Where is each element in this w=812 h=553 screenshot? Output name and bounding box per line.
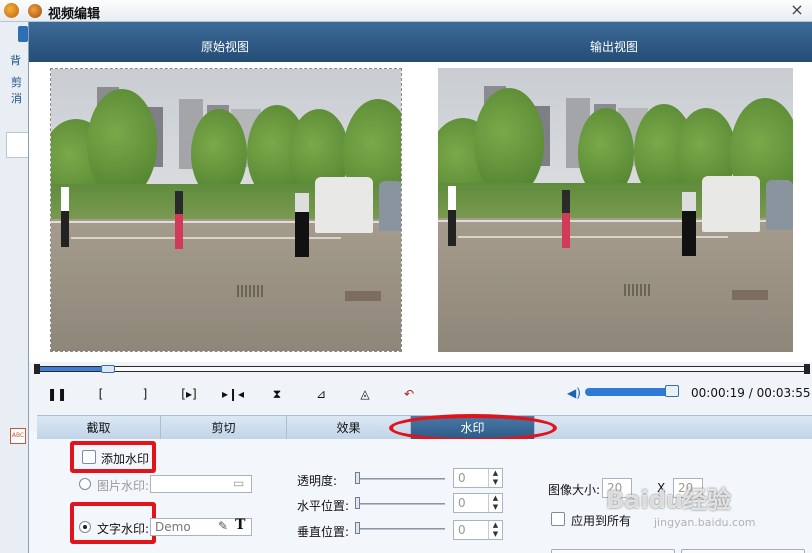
video-edit-dialog: 原始视图 输出视图 ❚❚ [] [▸] ▸❙◂ ⧗ ⊿ ◬ ↶ ◀) 00:0…	[28, 22, 812, 553]
time-display: 00:00:19 / 00:03:55	[691, 386, 811, 400]
image-watermark-label: 图片水印:	[97, 479, 150, 493]
background-app-text: 消	[11, 92, 22, 105]
horizontal-position-spinner[interactable]: 0 ▲ ▼	[453, 493, 503, 513]
opacity-label: 透明度:	[297, 474, 338, 488]
cancel-button[interactable]: 取消	[681, 549, 805, 553]
app-icon	[4, 3, 19, 18]
mark-in-button[interactable]: [	[91, 385, 111, 403]
preview-header: 原始视图 输出视图	[29, 22, 812, 62]
ok-button[interactable]: 确定	[551, 549, 675, 553]
background-app-panel: 背 剪 消 ABC	[0, 22, 30, 553]
horizontal-position-label: 水平位置:	[297, 499, 350, 513]
spinner-arrows-icon[interactable]: ▲ ▼	[488, 521, 502, 539]
highlight-oval	[389, 414, 557, 442]
opacity-slider-thumb[interactable]	[355, 472, 360, 484]
undo-button[interactable]: ↶	[399, 385, 419, 403]
horizontal-position-thumb[interactable]	[355, 497, 360, 509]
vertical-position-value: 0	[458, 523, 466, 537]
output-video-frame	[438, 68, 793, 352]
opacity-spinner[interactable]: 0 ▲ ▼	[453, 468, 503, 488]
background-app-button[interactable]	[18, 26, 28, 42]
vertical-position-thumb[interactable]	[355, 522, 360, 534]
horizontal-position-value: 0	[458, 496, 466, 510]
folder-icon[interactable]: ▭	[233, 476, 244, 490]
text-style-icon[interactable]: T	[235, 517, 245, 533]
add-watermark-checkbox[interactable]	[82, 450, 96, 464]
preview-area	[29, 62, 812, 362]
progress-track[interactable]	[34, 364, 810, 374]
progress-thumb[interactable]	[101, 365, 116, 373]
original-video-frame	[50, 68, 402, 352]
spinner-arrows-icon[interactable]: ▲ ▼	[488, 494, 502, 512]
window-titlebar: 视频编辑 ×	[0, 0, 812, 22]
step-button[interactable]: ▸❙◂	[221, 385, 245, 403]
vertical-position-slider[interactable]	[355, 528, 445, 530]
pause-button[interactable]: ❚❚	[47, 385, 67, 403]
start-marker[interactable]	[34, 364, 40, 374]
output-view-label: 输出视图	[590, 40, 639, 54]
background-app-text: 背	[10, 54, 21, 67]
vertical-position-spinner[interactable]: 0 ▲ ▼	[453, 520, 503, 540]
close-button[interactable]: ×	[788, 0, 806, 19]
opacity-slider[interactable]	[355, 478, 445, 480]
text-watermark-label: 文字水印:	[97, 522, 150, 536]
text-watermark-radio[interactable]	[79, 521, 91, 533]
background-app-list	[6, 132, 30, 158]
horizontal-position-slider[interactable]	[355, 503, 445, 505]
original-view-label: 原始视图	[201, 40, 250, 54]
dialog-icon	[28, 4, 42, 18]
volume-slider[interactable]	[585, 388, 672, 396]
add-watermark-label: 添加水印	[101, 452, 150, 466]
opacity-value: 0	[458, 471, 466, 485]
rotate-button[interactable]: ◬	[355, 385, 375, 403]
image-size-label: 图像大小:	[548, 483, 601, 497]
baidu-watermark-url: jingyan.baidu.com	[654, 516, 756, 529]
background-app-text: 剪	[11, 76, 22, 89]
pen-icon[interactable]: ✎	[218, 519, 228, 533]
mark-out-button[interactable]: ]	[135, 385, 155, 403]
progress-fill	[38, 367, 108, 371]
apply-to-all-checkbox[interactable]	[551, 512, 565, 526]
spinner-arrows-icon[interactable]: ▲ ▼	[488, 469, 502, 487]
image-icon[interactable]: ABC	[10, 428, 26, 444]
window-title: 视频编辑	[48, 7, 101, 22]
image-watermark-radio[interactable]	[79, 478, 91, 490]
end-marker[interactable]	[804, 364, 810, 374]
vertical-position-label: 垂直位置:	[297, 525, 350, 539]
flip-vertical-button[interactable]: ⧗	[267, 385, 287, 403]
tab-cut[interactable]: 剪切	[161, 416, 287, 440]
flip-horizontal-button[interactable]: ⊿	[311, 385, 331, 403]
baidu-watermark: Baidu经验	[606, 486, 731, 514]
speaker-icon[interactable]: ◀)	[567, 386, 581, 400]
go-to-mark-button[interactable]: [▸]	[177, 385, 201, 403]
volume-thumb[interactable]	[665, 385, 680, 397]
tab-capture[interactable]: 截取	[37, 416, 161, 440]
